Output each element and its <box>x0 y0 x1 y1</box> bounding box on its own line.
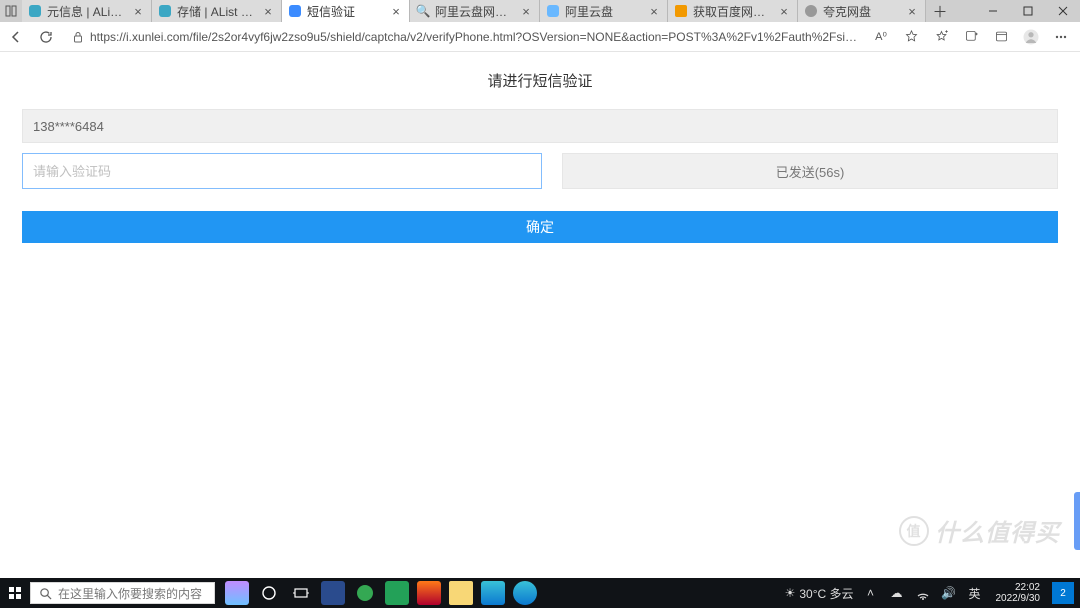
dots-icon <box>1054 30 1068 44</box>
collections-button[interactable] <box>962 28 980 46</box>
watermark-text: 什么值得买 <box>935 513 1060 548</box>
watermark-badge: 值 <box>899 516 929 546</box>
tab-label: 获取百度网盘刷新令 <box>693 3 772 20</box>
close-tab-icon[interactable]: × <box>389 4 403 18</box>
profile-button[interactable] <box>1022 28 1040 46</box>
tab-label: 夸克网盘 <box>823 3 900 20</box>
refresh-button[interactable] <box>36 27 56 47</box>
favorite-button[interactable] <box>902 28 920 46</box>
tab-aliyun-search[interactable]: 🔍 阿里云盘网页版 - 搜 × <box>410 0 540 22</box>
tray-chevron-up-icon[interactable]: ˄ <box>862 584 880 602</box>
tab-sms-verify[interactable]: 短信验证 × <box>282 0 410 22</box>
tab-alist-storage[interactable]: 存储 | AList 管理 × <box>152 0 282 22</box>
avatar-icon <box>1022 28 1040 46</box>
refresh-icon <box>39 30 53 44</box>
send-code-button: 已发送(56s) <box>562 153 1058 189</box>
taskbar-task-view[interactable] <box>289 581 313 605</box>
favicon-search-icon: 🔍 <box>416 4 430 18</box>
taskbar-pinned-apps <box>225 581 537 605</box>
back-button[interactable] <box>6 27 26 47</box>
action-center-button[interactable]: 2 <box>1052 582 1074 604</box>
menu-button[interactable] <box>1052 28 1070 46</box>
tray-cloud-icon[interactable]: ☁ <box>888 584 906 602</box>
star-plus-icon <box>934 29 949 44</box>
window-maximize-button[interactable] <box>1010 0 1045 22</box>
search-icon <box>39 587 52 600</box>
sun-icon: ☀ <box>785 586 796 600</box>
browser-tab-strip: 元信息 | AList 管理 × 存储 | AList 管理 × 短信验证 × … <box>0 0 1080 22</box>
tab-label: 阿里云盘 <box>565 3 642 20</box>
taskbar-app-2[interactable] <box>353 581 377 605</box>
watermark: 值 什么值得买 <box>899 513 1060 548</box>
close-tab-icon[interactable]: × <box>131 4 145 18</box>
circle-icon <box>261 585 277 601</box>
taskbar-app-3[interactable] <box>385 581 409 605</box>
close-tab-icon[interactable]: × <box>519 4 533 18</box>
favicon-aliyun-icon <box>546 4 560 18</box>
start-button[interactable] <box>0 578 30 608</box>
close-tab-icon[interactable]: × <box>647 4 661 18</box>
notification-count: 2 <box>1060 588 1066 599</box>
window-close-button[interactable] <box>1045 0 1080 22</box>
close-tab-icon[interactable]: × <box>905 4 919 18</box>
tab-label: 阿里云盘网页版 - 搜 <box>435 3 514 20</box>
tab-actions-button[interactable] <box>0 0 22 22</box>
taskbar-search[interactable]: 在这里输入你要搜索的内容 <box>30 582 215 604</box>
taskbar-cortana[interactable] <box>257 581 281 605</box>
taskbar-app-pic[interactable] <box>225 581 249 605</box>
taskbar-edge-dev[interactable] <box>481 581 505 605</box>
close-tab-icon[interactable]: × <box>777 4 791 18</box>
tray-network-icon[interactable] <box>914 584 932 602</box>
read-aloud-button[interactable]: A⁰ <box>872 28 890 46</box>
favicon-quark-icon <box>804 4 818 18</box>
favicon-baidu-icon <box>674 4 688 18</box>
phone-number-display: 138****6484 <box>22 109 1058 143</box>
arrow-left-icon <box>9 30 23 44</box>
clock-date: 2022/9/30 <box>996 593 1041 604</box>
tab-quark[interactable]: 夸克网盘 × <box>798 0 926 22</box>
collections-icon <box>964 29 979 44</box>
lock-icon <box>72 31 84 43</box>
page-title: 请进行短信验证 <box>22 70 1058 91</box>
windows-icon <box>8 586 22 600</box>
browser-frame-icon <box>994 29 1009 44</box>
tray-ime[interactable]: 英 <box>966 584 984 602</box>
tray-volume-icon[interactable]: 🔊 <box>940 584 958 602</box>
tab-alist-meta[interactable]: 元信息 | AList 管理 × <box>22 0 152 22</box>
tab-baidu-token[interactable]: 获取百度网盘刷新令 × <box>668 0 798 22</box>
favicon-alist-icon <box>28 4 42 18</box>
url-text: https://i.xunlei.com/file/2s2or4vyf6jw2z… <box>90 30 862 44</box>
verification-code-input[interactable] <box>22 153 542 189</box>
page-content: 请进行短信验证 138****6484 已发送(56s) 确定 值 什么值得买 <box>0 52 1080 578</box>
weather-widget[interactable]: ☀ 30°C 多云 <box>785 584 854 602</box>
close-tab-icon[interactable]: × <box>261 4 275 18</box>
taskbar-edge[interactable] <box>513 581 537 605</box>
browser-toolbar: https://i.xunlei.com/file/2s2or4vyf6jw2z… <box>0 22 1080 52</box>
tab-label: 存储 | AList 管理 <box>177 3 256 20</box>
address-bar[interactable]: https://i.xunlei.com/file/2s2or4vyf6jw2z… <box>72 30 862 44</box>
favorites-bar-button[interactable] <box>932 28 950 46</box>
star-icon <box>904 29 919 44</box>
taskbar-file-explorer[interactable] <box>449 581 473 605</box>
extensions-button[interactable] <box>992 28 1010 46</box>
taskbar-app-1[interactable] <box>321 581 345 605</box>
tab-panel-icon <box>5 5 17 17</box>
weather-text: 30°C 多云 <box>799 585 853 602</box>
confirm-button[interactable]: 确定 <box>22 211 1058 243</box>
taskbar-app-4[interactable] <box>417 581 441 605</box>
tab-label: 元信息 | AList 管理 <box>47 3 126 20</box>
favicon-alist-icon <box>158 4 172 18</box>
tab-aliyun-drive[interactable]: 阿里云盘 × <box>540 0 668 22</box>
favicon-xunlei-icon <box>288 4 302 18</box>
search-placeholder: 在这里输入你要搜索的内容 <box>58 585 202 602</box>
windows-taskbar: 在这里输入你要搜索的内容 ☀ 30°C 多云 ˄ ☁ 🔊 英 <box>0 578 1080 608</box>
window-minimize-button[interactable] <box>975 0 1010 22</box>
scrollbar-thumb[interactable] <box>1074 492 1080 550</box>
tab-label: 短信验证 <box>307 3 384 20</box>
clock-time: 22:02 <box>996 582 1041 593</box>
new-tab-button[interactable]: ＋ <box>926 0 954 22</box>
system-tray: ☀ 30°C 多云 ˄ ☁ 🔊 英 22:02 2022/9/30 2 <box>785 582 1080 604</box>
taskbar-clock[interactable]: 22:02 2022/9/30 <box>992 582 1045 604</box>
taskview-icon <box>293 585 309 601</box>
